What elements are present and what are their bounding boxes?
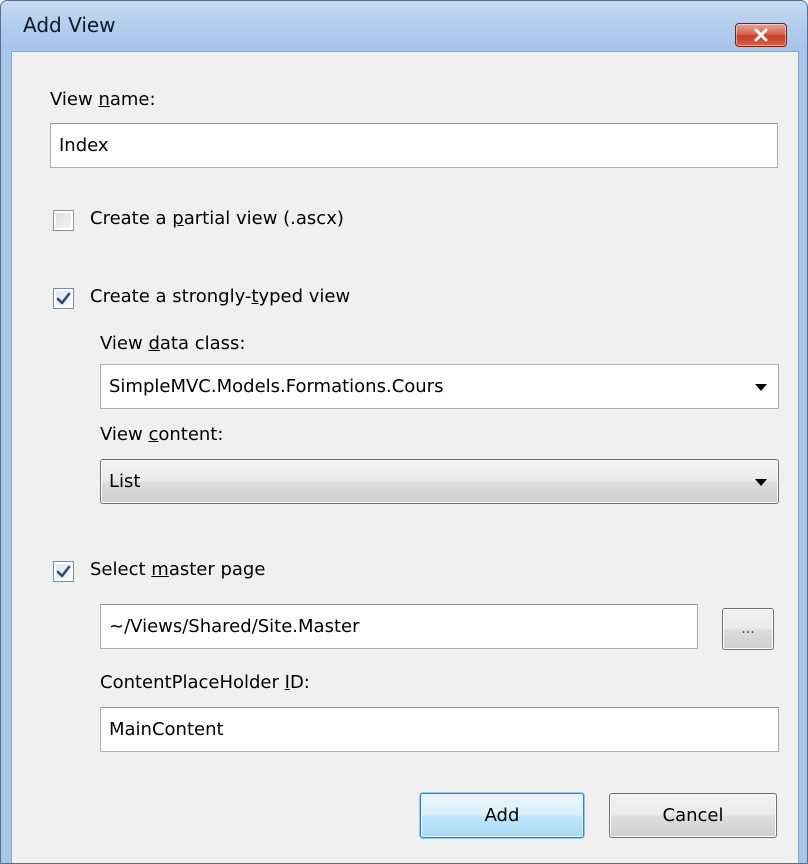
view-content-label: View content: — [100, 424, 224, 445]
dialog-body: View name: Index Create a partial view (… — [11, 51, 799, 863]
content-placeholder-label: ContentPlaceHolder ID: — [100, 672, 310, 693]
content-placeholder-input[interactable]: MainContent — [100, 707, 779, 752]
view-data-class-combo[interactable]: SimpleMVC.Models.Formations.Cours — [100, 364, 779, 409]
view-content-value: List — [109, 471, 141, 492]
view-content-dropdown[interactable]: List — [100, 459, 779, 504]
close-icon — [754, 28, 768, 42]
chevron-down-icon — [755, 479, 767, 486]
title-bar[interactable]: Add View — [1, 1, 807, 51]
master-page-path-value: ~/Views/Shared/Site.Master — [109, 616, 360, 637]
cancel-button[interactable]: Cancel — [609, 793, 777, 838]
strongly-typed-checkbox[interactable] — [53, 288, 74, 309]
view-name-input[interactable]: Index — [50, 123, 778, 168]
view-name-value: Index — [59, 135, 109, 156]
partial-view-checkbox[interactable] — [53, 210, 74, 231]
checkmark-icon — [56, 292, 71, 304]
partial-view-label[interactable]: Create a partial view (.ascx) — [90, 208, 344, 229]
browse-master-page-button[interactable]: ... — [722, 608, 774, 650]
close-button[interactable] — [735, 23, 787, 47]
view-name-label: View name: — [50, 89, 156, 110]
master-page-checkbox[interactable] — [53, 561, 74, 582]
chevron-down-icon — [755, 384, 767, 391]
window-title: Add View — [23, 13, 116, 37]
master-page-path-input[interactable]: ~/Views/Shared/Site.Master — [100, 604, 698, 649]
master-page-label[interactable]: Select master page — [90, 559, 265, 580]
checkmark-icon — [56, 565, 71, 577]
view-data-class-value: SimpleMVC.Models.Formations.Cours — [109, 376, 444, 397]
strongly-typed-label[interactable]: Create a strongly-typed view — [90, 286, 350, 307]
view-data-class-label: View data class: — [100, 333, 246, 354]
add-view-dialog: Add View View name: Index Create a parti… — [0, 0, 808, 864]
add-button[interactable]: Add — [420, 793, 584, 838]
content-placeholder-value: MainContent — [109, 719, 224, 740]
